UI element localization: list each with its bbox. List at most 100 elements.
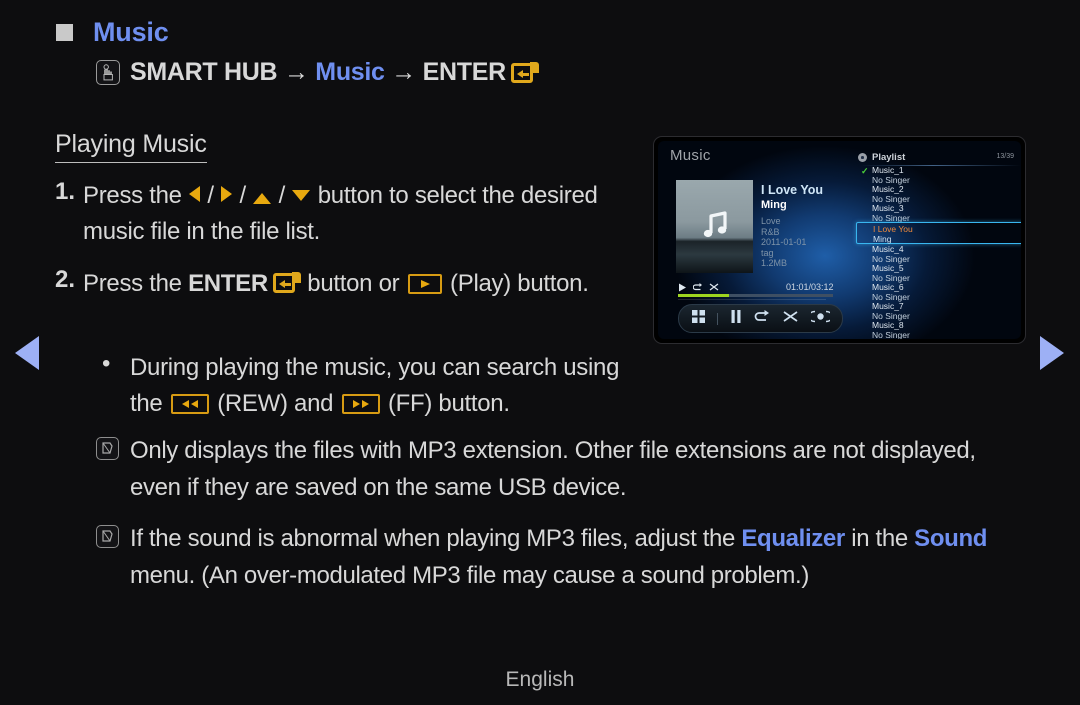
playlist-panel: ✓ Music_1 No Singer Music_2 No Singer Music_3… [856,165,1021,339]
playlist-item[interactable]: Music_4 No Singer [861,244,1021,264]
breadcrumb: SMART HUB → Music → ENTER [96,58,539,87]
note-pencil-icon [96,432,130,506]
playlist-item-singer: No Singer [872,310,910,321]
progress-bar-fill [678,294,730,297]
step-1-text-part1: Press the [83,182,189,209]
bullet-item-1: • During playing the music, you can sear… [96,350,656,422]
playlist-item[interactable]: Music_2 No Singer [861,184,1021,204]
tv-screen-content: Music Playlist 13/39 I Love You Ming Lov… [658,141,1021,339]
tv-screen-title: Music [670,147,711,164]
check-icon: ✓ [861,166,869,176]
playlist-item-singer: No Singer [872,174,910,185]
playlist-item-singer: No Singer [872,193,910,204]
notes-list: Only displays the files with MP3 extensi… [96,432,1016,608]
playlist-item-name: Music_4 [872,244,904,254]
note-2-text: If the sound is abnormal when playing MP… [130,520,1016,594]
album-art [676,180,753,273]
control-divider [717,312,719,325]
arrow-up-icon [253,193,272,204]
playlist-item[interactable]: Music_5 No Singer [861,263,1021,283]
step-1-sep-2: / [233,182,253,209]
breadcrumb-music: Music [315,58,385,86]
arrow-right-icon [221,186,233,202]
playlist-item[interactable]: I Love You Ming [856,222,1021,244]
language-label: English [505,668,575,691]
tv-screen-preview: Music Playlist 13/39 I Love You Ming Lov… [653,136,1026,344]
playlist-rows: ✓ Music_1 No Singer Music_2 No Singer Music_3… [856,165,1021,339]
step-2-text: Press the ENTER button or (Play) button. [83,266,589,302]
play-key-icon [407,274,442,294]
bullet-marker: • [102,350,111,377]
repeat-icon[interactable] [754,309,771,329]
page-title: Music [93,17,169,47]
meta-genre: R&B [761,226,780,237]
note-2-pre: If the sound is abnormal when playing MP… [130,525,742,552]
meta-album: Love [761,216,781,226]
playlist-item-name: Music_6 [872,282,904,292]
record-icon[interactable] [807,309,834,329]
step-2-text-part2: button or [300,270,406,297]
pause-icon[interactable] [730,309,742,329]
note-item-1: Only displays the files with MP3 extensi… [96,432,1016,506]
step-2-text-part1: Press the [83,270,189,297]
note-2-sound-link: Sound [914,525,988,552]
playlist-item-name: I Love You [873,224,913,234]
playlist-item-singer: No Singer [872,253,910,264]
progress-bar-track[interactable] [678,294,833,297]
playlist-item[interactable]: ✓ Music_1 No Singer [861,165,1021,185]
meta-tag: tag [761,247,774,258]
step-1-sep-3: / [272,182,292,209]
breadcrumb-enter: ENTER [422,58,507,86]
mini-status-icons [678,282,719,292]
step-1: 1. Press the / / / button to select the … [55,178,625,250]
note-2-mid: in the [844,525,915,552]
playback-time: 01:01/03:12 [786,282,834,292]
playlist-item-name: Music_1 [872,165,904,175]
bullet-list: • During playing the music, you can sear… [96,350,656,422]
playlist-item-singer: No Singer [872,212,910,223]
step-2-text-part3: (Play) button. [443,270,589,297]
playlist-item-name: Music_3 [872,203,904,213]
playlist-item-name: Music_5 [872,263,904,273]
playlist-item-name: Music_7 [872,301,904,311]
step-1-text: Press the / / / button to select the des… [83,178,625,250]
music-note-icon [703,211,727,238]
next-page-arrow[interactable] [1040,336,1064,370]
playlist-item[interactable]: Music_7 No Singer [861,301,1021,321]
meta-date: 2011-01-01 [761,237,807,247]
playlist-gear-icon [858,153,867,162]
playlist-item[interactable]: Music_6 No Singer [861,282,1021,302]
playlist-label: Playlist [872,152,906,163]
bullet-text: During playing the music, you can search… [130,350,656,422]
rewind-key-icon [170,394,209,414]
manual-page: Music SMART HUB → Music → ENTER Playing … [0,0,1080,705]
fast-forward-key-icon [341,394,380,414]
enter-key-icon [272,272,301,294]
note-pencil-icon [96,520,130,594]
divider-line [678,299,826,300]
bullet-rew-label: (REW) and [210,390,340,417]
playlist-item-name: Music_2 [872,184,904,194]
playlist-header: Playlist [858,152,905,163]
breadcrumb-arrow-2: → [384,58,423,86]
now-playing-meta: Love R&B 2011-01-01 tag 1.2MB [761,216,806,269]
steps-list: 1. Press the / / / button to select the … [55,178,625,318]
now-playing-title: I Love You [761,183,824,197]
playlist-item[interactable]: Music_3 No Singer [861,203,1021,223]
playlist-counter: 13/39 [996,153,1014,160]
arrow-down-icon [292,190,311,201]
playlist-item-singer: No Singer [872,272,910,283]
previous-page-arrow[interactable] [15,336,39,370]
bullet-ff-label: (FF) button. [381,390,510,417]
playlist-item[interactable]: Music_8 No Singer [861,320,1021,339]
note-1-text: Only displays the files with MP3 extensi… [130,437,976,501]
note-2-post: menu. (An over-modulated MP3 file may ca… [130,562,809,589]
playlist-item-singer: No Singer [872,329,910,340]
shuffle-icon[interactable] [782,309,799,329]
playlist-item-singer: Ming [873,233,892,244]
grid-view-icon[interactable] [691,309,706,329]
smart-hub-hand-icon [96,60,120,85]
enter-key-icon [510,61,539,84]
note-2-equalizer-link: Equalizer [741,525,845,552]
shuffle-icon [709,283,719,291]
